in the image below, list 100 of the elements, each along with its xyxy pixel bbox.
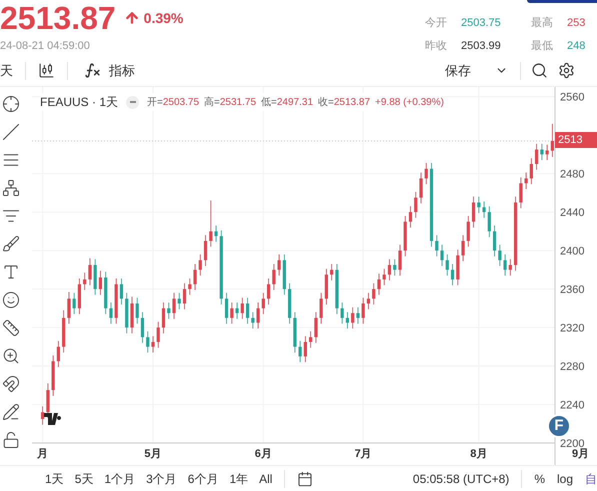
f-badge[interactable]: F [547, 414, 571, 438]
range-button[interactable]: 6个月 [188, 470, 218, 488]
ruler-icon[interactable] [2, 319, 20, 337]
line-icon[interactable] [2, 123, 20, 141]
candlestick [262, 292, 265, 314]
timestamp: 24-08-21 04:59:00 [0, 39, 91, 54]
stat-value: 2503.75 [461, 16, 502, 31]
scale-button[interactable]: log [556, 470, 573, 488]
ohlc-value: 高=2531.75 [204, 96, 256, 110]
calendar-icon[interactable] [297, 470, 314, 486]
candlestick [198, 254, 202, 276]
candlestick [298, 340, 302, 363]
stat-value: 253 [567, 16, 586, 31]
candlestick [209, 200, 212, 248]
function-icon[interactable] [84, 62, 101, 79]
change-percent: 0.39% [144, 8, 184, 28]
candlestick [224, 292, 228, 324]
zoom-in-icon[interactable] [2, 347, 20, 365]
range-button[interactable]: 5天 [74, 470, 94, 488]
candlestick [398, 244, 402, 276]
candlestick [120, 278, 124, 305]
candlestick [204, 234, 208, 266]
candlestick [488, 206, 491, 238]
smile-icon[interactable] [2, 291, 20, 309]
time-tick: 6月 [254, 448, 272, 460]
candlestick [98, 270, 102, 296]
price-tick: 2440 [560, 207, 584, 220]
range-button[interactable]: 1个月 [104, 470, 136, 488]
candlestick [240, 297, 244, 320]
candlestick [146, 330, 150, 353]
crosshair-icon[interactable] [2, 95, 20, 113]
candlestick [356, 306, 360, 324]
candlestick [377, 273, 381, 296]
candlestick [309, 330, 312, 348]
time-tick: 5月 [144, 448, 162, 460]
range-button[interactable]: 3个月 [146, 470, 177, 488]
scale-button[interactable]: % [534, 470, 545, 488]
candlestick [88, 258, 92, 286]
stat-value: 2503.99 [461, 38, 502, 54]
candlestick [382, 268, 386, 286]
ohlc-value: 收=2513.87 [318, 96, 370, 110]
candlestick [178, 292, 181, 310]
candlestick [167, 302, 170, 320]
price-tick: 2560 [560, 92, 584, 104]
stat-label: 最高 [531, 16, 554, 31]
save-button[interactable]: 保存 [445, 60, 471, 80]
candlestick [230, 302, 234, 324]
candlestick [140, 312, 144, 344]
range-button[interactable]: 1天 [45, 470, 64, 488]
price-tick: 2280 [560, 361, 584, 374]
range-button[interactable]: All [259, 470, 272, 488]
pencil-icon[interactable] [2, 403, 20, 421]
logo-icon [44, 413, 64, 425]
stat-value: 248 [567, 38, 586, 54]
candlestick [151, 336, 155, 353]
symbol-title: FEAUUS · 1天 [40, 94, 118, 111]
candlestick [450, 264, 454, 286]
candlestick [408, 206, 412, 228]
candlestick-icon[interactable] [38, 62, 55, 79]
candlestick [320, 292, 323, 324]
candlestick [435, 234, 438, 257]
candlestick [304, 336, 307, 363]
candlestick [540, 143, 544, 161]
candlestick [330, 264, 334, 281]
text-icon[interactable] [2, 263, 20, 281]
ohlc-value: 低=2497.31 [261, 96, 314, 110]
price-tick: 2360 [560, 284, 584, 296]
candlestick [256, 302, 260, 329]
nodes-icon[interactable] [2, 179, 20, 197]
settings-icon[interactable] [558, 62, 575, 79]
candlestick [519, 177, 522, 209]
indicators-button[interactable]: 指标 [109, 60, 135, 80]
unlock-icon[interactable] [2, 431, 20, 449]
time-tick: 月 [37, 448, 48, 460]
interval-button[interactable]: 天 [0, 62, 26, 80]
range-button[interactable]: 1年 [229, 470, 248, 488]
candlestick [388, 258, 392, 281]
candlestick [72, 292, 76, 314]
scale-button[interactable]: 自 [585, 470, 597, 488]
candlestick [46, 382, 50, 418]
magnet-icon[interactable] [2, 375, 20, 393]
brush-icon[interactable] [2, 235, 20, 253]
time-tick: 9月 [572, 448, 590, 460]
candlestick [109, 302, 113, 324]
candlestick [362, 297, 365, 324]
price-tick: 2480 [560, 168, 584, 181]
search-icon[interactable] [531, 62, 548, 79]
candlestick [246, 297, 250, 324]
candlestick [41, 406, 44, 426]
candlestick [424, 162, 428, 185]
price-tick: 2200 [560, 438, 584, 450]
collapse-icon[interactable] [126, 96, 140, 108]
candlestick [546, 144, 549, 161]
ohlc-value: 开=2503.75 [147, 96, 200, 110]
candlestick [472, 196, 476, 228]
clock: 05:05:58 (UTC+8) [412, 470, 522, 488]
candlestick [466, 216, 470, 248]
change-value: +9.88 (+0.39%) [375, 96, 444, 110]
stat-label: 今开 [425, 16, 448, 31]
candlestick [477, 196, 480, 214]
